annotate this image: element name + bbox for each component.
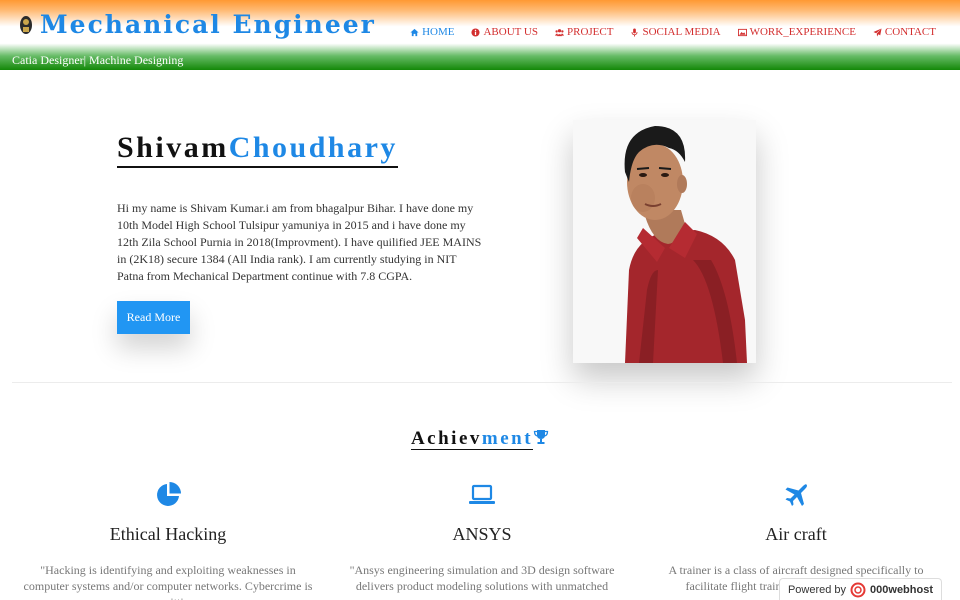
achievement-title-part1: Achiev [410, 428, 482, 449]
nav-home[interactable]: HOME [410, 26, 454, 38]
image-icon [737, 28, 747, 36]
card-text: "Hacking is identifying and exploiting w… [23, 563, 313, 600]
laptop-icon [469, 484, 495, 504]
trophy-icon [533, 430, 549, 444]
nav-home-label: HOME [422, 26, 455, 38]
card-text: "Ansys engineering simulation and 3D des… [349, 563, 615, 593]
site-tagline: Catia Designer| Machine Designing [12, 53, 184, 67]
paper-plane-icon [873, 27, 882, 37]
nav-contact[interactable]: CONTACT [873, 26, 936, 38]
read-more-button[interactable]: Read More [117, 301, 190, 334]
site-header: Mechanical Engineer Catia Designer| Mach… [0, 0, 960, 70]
nav-project-label: PROJECT [567, 26, 614, 38]
users-icon [555, 28, 564, 36]
card-title: Air craft [765, 524, 827, 544]
info-icon [471, 27, 481, 37]
site-title[interactable]: Mechanical Engineer [40, 10, 376, 39]
host-logo-icon [850, 582, 866, 597]
achievement-heading: Achievment [0, 428, 960, 450]
nav-about-us[interactable]: ABOUT US [471, 26, 538, 38]
achievement-heading-underline: Achievment [410, 428, 534, 450]
achievement-card-ansys: ANSYS "Ansys engineering simulation and … [332, 478, 632, 594]
brand[interactable]: Mechanical Engineer [18, 10, 376, 39]
nav-work-label: WORK_EXPERIENCE [749, 26, 856, 38]
nav-social-media[interactable]: SOCIAL MEDIA [630, 26, 721, 38]
card-title: ANSYS [452, 524, 512, 544]
pie-chart-icon-wrapper [18, 478, 318, 512]
main-nav: HOME ABOUT US PROJECT SOCIAL MEDIA WORK_… [410, 26, 936, 38]
nav-social-label: SOCIAL MEDIA [642, 26, 721, 38]
card-title: Ethical Hacking [109, 524, 227, 544]
hero-name: ShivamChoudhary [117, 130, 398, 168]
profile-photo [573, 120, 756, 363]
plane-icon [785, 484, 807, 506]
first-name: Shivam [117, 131, 229, 164]
portrait-illustration [573, 120, 756, 363]
microphone-icon [632, 27, 638, 37]
emblem-logo [20, 15, 32, 34]
nav-about-label: ABOUT US [483, 26, 538, 38]
host-name: 000webhost [870, 583, 933, 596]
nav-project[interactable]: PROJECT [555, 26, 613, 38]
last-name: Choudhary [228, 131, 398, 164]
powered-by-label: Powered by [787, 583, 847, 596]
achievement-card-ethical-hacking: Ethical Hacking "Hacking is identifying … [18, 478, 318, 600]
section-divider [12, 382, 952, 383]
achievement-card-aircraft: Air craft A trainer is a class of aircra… [646, 478, 946, 594]
achievement-title-part2: ment [481, 428, 534, 449]
laptop-icon-wrapper [332, 478, 632, 512]
home-icon [410, 28, 419, 36]
bio-text: Hi my name is Shivam Kumar.i am from bha… [117, 201, 482, 283]
plane-icon-wrapper [646, 478, 946, 512]
nav-contact-label: CONTACT [884, 26, 936, 38]
powered-by-badge[interactable]: Powered by 000webhost [778, 578, 942, 600]
nav-work-experience[interactable]: WORK_EXPERIENCE [737, 26, 856, 38]
pie-chart-icon [157, 482, 181, 506]
